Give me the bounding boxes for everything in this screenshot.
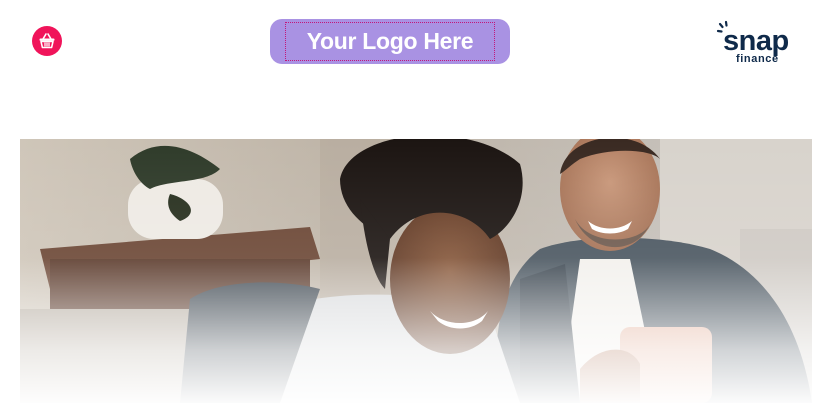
logo-placeholder[interactable]: Your Logo Here	[270, 19, 510, 64]
cart-button[interactable]	[32, 26, 62, 56]
snap-finance-logo: snap finance	[716, 20, 804, 66]
hero-image	[20, 139, 812, 403]
logo-placeholder-text: Your Logo Here	[306, 28, 474, 54]
page: Your Logo Here snap finance	[0, 0, 840, 403]
finance-word: finance	[736, 53, 779, 65]
basket-icon	[39, 33, 55, 49]
couple-photo	[20, 139, 812, 403]
